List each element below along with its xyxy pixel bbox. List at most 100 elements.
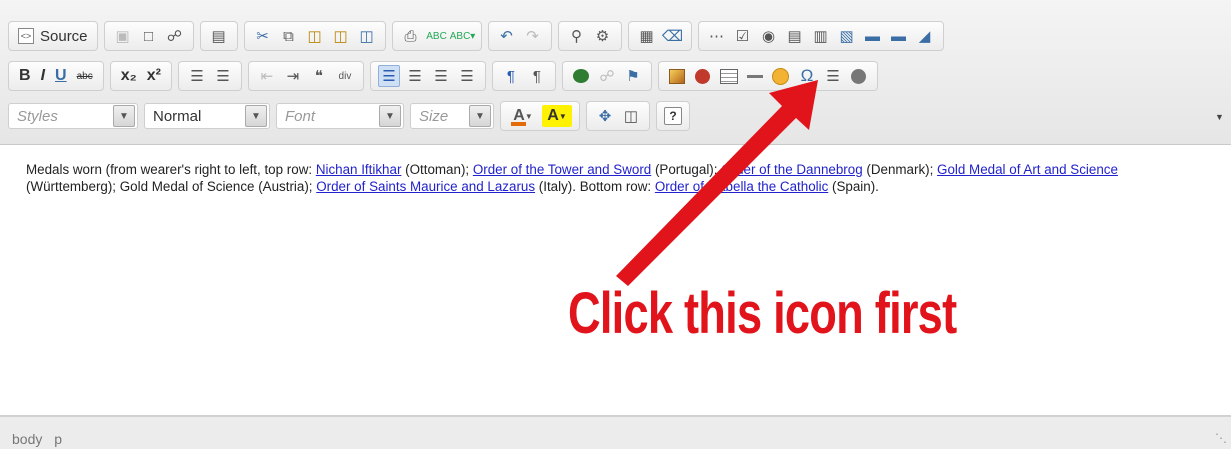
- italic-button[interactable]: I: [38, 65, 48, 87]
- paste-text-icon[interactable]: ◫: [330, 25, 352, 47]
- image-icon[interactable]: [666, 65, 688, 87]
- bold-button[interactable]: B: [16, 65, 34, 87]
- bulleted-list-icon[interactable]: ☰: [212, 65, 234, 87]
- toolbar-row-1: <> Source ▣ □ ☍ ▤ ✂ ⧉ ◫ ◫ ◫ ⎙ ABC ABC▾ ↶…: [8, 20, 950, 52]
- link-gold-medal-art-science[interactable]: Gold Medal of Art and Science: [937, 162, 1118, 177]
- about-button[interactable]: ?: [664, 107, 682, 125]
- cut-icon[interactable]: ✂: [252, 25, 274, 47]
- align-right-icon[interactable]: ☰: [430, 65, 452, 87]
- flash-icon[interactable]: [692, 65, 714, 87]
- toolbar-row-2: B I U abc x₂ x² ☰ ☰ ⇤ ⇥ ❝ div ☰ ☰ ☰ ☰ ¶ …: [8, 60, 884, 92]
- text-color-button[interactable]: A ▼: [508, 105, 538, 127]
- blockquote-icon[interactable]: ❝: [308, 65, 330, 87]
- font-dropdown[interactable]: Font ▼: [276, 103, 404, 129]
- align-center-icon[interactable]: ☰: [404, 65, 426, 87]
- text-run: (Italy). Bottom row:: [535, 179, 655, 194]
- button-icon[interactable]: ▬: [862, 25, 884, 47]
- content-paragraph[interactable]: Medals worn (from wearer's right to left…: [26, 161, 1197, 195]
- page-break-icon[interactable]: ☰: [822, 65, 844, 87]
- undo-icon[interactable]: ↶: [496, 25, 518, 47]
- show-blocks-icon[interactable]: ◫: [620, 105, 642, 127]
- paste-word-icon[interactable]: ◫: [356, 25, 378, 47]
- link-icon[interactable]: [570, 65, 592, 87]
- paste-icon[interactable]: ◫: [304, 25, 326, 47]
- copy-icon[interactable]: ⧉: [278, 25, 300, 47]
- select-all-icon[interactable]: ▦: [636, 25, 658, 47]
- styles-dropdown[interactable]: Styles ▼: [8, 103, 138, 129]
- align-left-icon[interactable]: ☰: [377, 65, 400, 87]
- indent-icon[interactable]: ⇥: [282, 65, 304, 87]
- size-dropdown[interactable]: Size ▼: [410, 103, 494, 129]
- chevron-down-icon: ▼: [469, 105, 491, 127]
- radio-icon[interactable]: ◉: [758, 25, 780, 47]
- script-group: x₂ x²: [109, 61, 172, 91]
- select-icon[interactable]: ▧: [836, 25, 858, 47]
- maximize-icon[interactable]: ✥: [594, 105, 616, 127]
- clipboard-group: ✂ ⧉ ◫ ◫ ◫: [243, 21, 386, 51]
- path-p[interactable]: p: [54, 431, 62, 447]
- colors-group: A ▼ A ▼: [500, 101, 580, 131]
- text-field-icon[interactable]: ▤: [784, 25, 806, 47]
- special-char-icon[interactable]: Ω: [796, 65, 818, 87]
- superscript-button[interactable]: x²: [144, 65, 164, 87]
- outdent-icon[interactable]: ⇤: [256, 65, 278, 87]
- link-order-dannebrog[interactable]: Order of the Dannebrog: [721, 162, 862, 177]
- link-order-saints-maurice-lazarus[interactable]: Order of Saints Maurice and Lazarus: [316, 179, 535, 194]
- basic-styles-group: B I U abc: [8, 61, 104, 91]
- format-dropdown[interactable]: Normal ▼: [144, 103, 270, 129]
- status-bar: body p ⋱: [0, 416, 1231, 449]
- table-icon[interactable]: [718, 65, 740, 87]
- iframe-icon[interactable]: [848, 65, 870, 87]
- redo-icon[interactable]: ↷: [522, 25, 544, 47]
- link-nichan-iftikhar[interactable]: Nichan Iftikhar: [316, 162, 402, 177]
- save-icon[interactable]: ▣: [112, 25, 134, 47]
- div-container-icon[interactable]: div: [334, 65, 356, 87]
- link-order-tower-sword[interactable]: Order of the Tower and Sword: [473, 162, 651, 177]
- align-justify-icon[interactable]: ☰: [456, 65, 478, 87]
- align-group: ☰ ☰ ☰ ☰: [369, 61, 486, 91]
- styles-placeholder: Styles: [17, 107, 58, 125]
- remove-format-icon[interactable]: ⌫: [662, 25, 684, 47]
- horizontal-rule-icon[interactable]: [744, 65, 766, 87]
- text-run: (Denmark);: [862, 162, 938, 177]
- chevron-down-icon: ▼: [524, 111, 533, 121]
- about-group: ?: [656, 101, 690, 131]
- collapse-toolbar-icon[interactable]: ▼: [1215, 112, 1225, 122]
- source-button[interactable]: <> Source: [14, 25, 92, 47]
- chevron-down-icon: ▼: [558, 111, 567, 121]
- new-page-icon[interactable]: □: [138, 25, 160, 47]
- rtl-icon[interactable]: ¶: [526, 65, 548, 87]
- unlink-icon[interactable]: ☍: [596, 65, 618, 87]
- print-spell-group: ⎙ ABC ABC▾: [391, 21, 482, 51]
- checkbox-icon[interactable]: ☑: [732, 25, 754, 47]
- templates-icon[interactable]: ▤: [208, 25, 230, 47]
- forms-group: ⋯ ☑ ◉ ▤ ▥ ▧ ▬ ▬ ◢: [697, 21, 944, 51]
- anchor-icon[interactable]: ⚑: [622, 65, 644, 87]
- ltr-icon[interactable]: ¶: [500, 65, 522, 87]
- scayt-icon[interactable]: ABC▾: [450, 25, 476, 47]
- text-run: (Ottoman);: [401, 162, 473, 177]
- underline-button[interactable]: U: [52, 65, 70, 87]
- smiley-icon[interactable]: [770, 65, 792, 87]
- textarea-icon[interactable]: ▥: [810, 25, 832, 47]
- spellcheck-icon[interactable]: ABC: [426, 25, 448, 47]
- numbered-list-icon[interactable]: ☰: [186, 65, 208, 87]
- element-path: body p: [12, 431, 70, 447]
- text-run: (Portugal);: [651, 162, 722, 177]
- form-icon[interactable]: ⋯: [706, 25, 728, 47]
- toolbar-row-3: Styles ▼ Normal ▼ Font ▼ Size ▼ A ▼ A ▼ …: [8, 100, 696, 132]
- image-button-icon[interactable]: ▬: [888, 25, 910, 47]
- text-color-swatch: [511, 122, 526, 126]
- text-run: (Württemberg); Gold Medal of Science (Au…: [26, 179, 317, 194]
- hidden-field-icon[interactable]: ◢: [914, 25, 936, 47]
- link-order-isabella-catholic[interactable]: Order of Isabella the Catholic: [655, 179, 828, 194]
- replace-icon[interactable]: ⚙: [592, 25, 614, 47]
- preview-icon[interactable]: ☍: [164, 25, 186, 47]
- print-icon[interactable]: ⎙: [400, 25, 422, 47]
- subscript-button[interactable]: x₂: [118, 65, 140, 87]
- strike-button[interactable]: abc: [74, 65, 96, 87]
- resize-grip-icon[interactable]: ⋱: [1215, 431, 1227, 445]
- path-body[interactable]: body: [12, 431, 42, 447]
- bg-color-button[interactable]: A ▼: [542, 105, 572, 127]
- find-icon[interactable]: ⚲: [566, 25, 588, 47]
